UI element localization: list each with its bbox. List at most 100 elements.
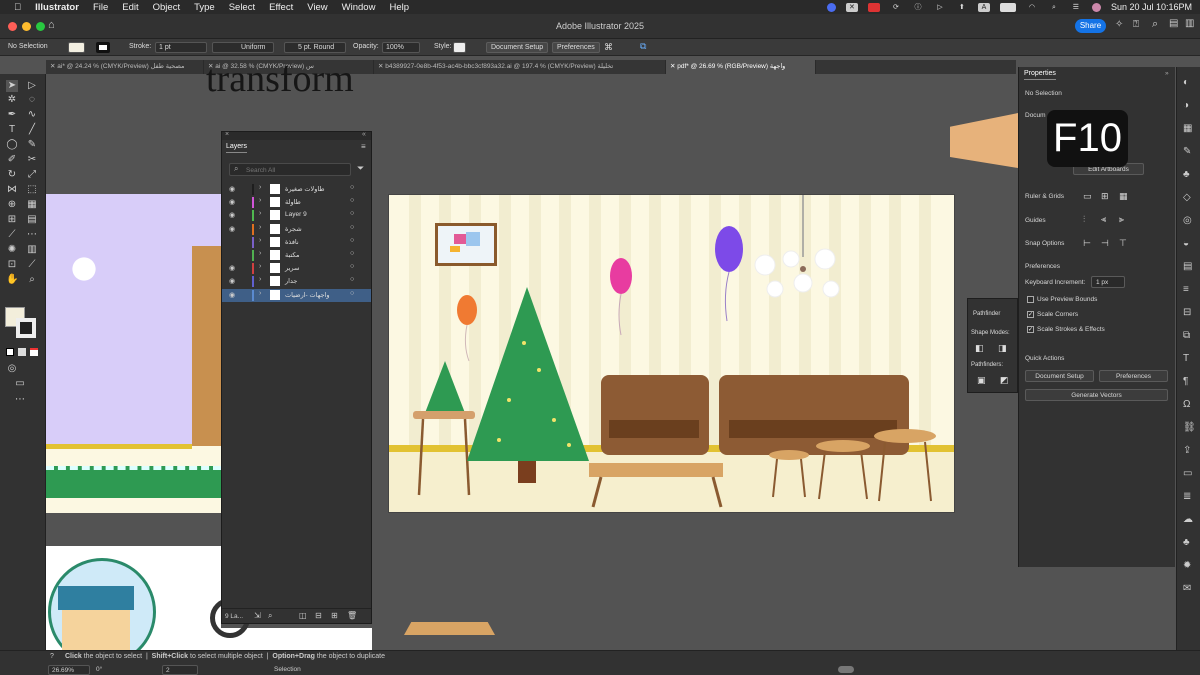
layer-name[interactable]: شجرة	[285, 225, 302, 233]
layer-row[interactable]: › مكتبة ○	[222, 249, 371, 262]
line-tool-icon[interactable]: ╱	[26, 124, 38, 136]
comments-icon[interactable]: ✉	[1183, 583, 1191, 594]
layers-search-box[interactable]: ⌕	[229, 163, 351, 176]
zoom-field[interactable]: 26.69%	[48, 665, 90, 675]
brush-select[interactable]: 5 pt. Round	[284, 42, 346, 53]
tab-document-4-active[interactable]: ✕ pdf* @ 26.69 % (RGB/Preview) واجهة	[666, 60, 816, 74]
expand-chevron-icon[interactable]: ›	[259, 263, 261, 270]
visibility-eye-icon[interactable]: ◉	[229, 277, 235, 285]
menu-help[interactable]: Help	[389, 2, 409, 13]
record-icon[interactable]	[867, 2, 880, 12]
glyphs-icon[interactable]: Ω	[1183, 399, 1190, 410]
ruler-icon[interactable]: ▭	[1083, 191, 1092, 202]
shaper-tool-icon[interactable]: ✐	[6, 154, 18, 166]
new-layer-icon[interactable]: ⊞	[331, 611, 338, 620]
default-colors-icon[interactable]	[6, 348, 14, 356]
preferences-button[interactable]: Preferences	[552, 42, 600, 53]
layer-row[interactable]: ◉ › طاولة ○	[222, 196, 371, 209]
expand-chevron-icon[interactable]: ›	[259, 210, 261, 217]
play-icon[interactable]: ▷	[934, 3, 946, 12]
target-circle-icon[interactable]: ○	[350, 276, 354, 283]
menu-object[interactable]: Object	[153, 2, 180, 13]
expand-chevron-icon[interactable]: ›	[259, 290, 261, 297]
scale-corners-checkbox[interactable]: ✓ Scale Corners	[1027, 311, 1078, 318]
search-icon[interactable]: ⌕	[1152, 18, 1158, 31]
gradient-panel-icon[interactable]: ▤	[1183, 261, 1192, 272]
close-box-icon[interactable]: ✕	[845, 2, 858, 12]
layer-row[interactable]: ◉ › Layer 9 ○	[222, 209, 371, 222]
menu-file[interactable]: File	[93, 2, 108, 13]
checkbox-checked-icon[interactable]: ✓	[1027, 326, 1034, 333]
more-tools-icon[interactable]: ⋯	[14, 394, 26, 406]
properties-tab[interactable]: Properties	[1024, 70, 1056, 80]
trim-icon[interactable]: ◩	[1000, 375, 1009, 386]
target-circle-icon[interactable]: ○	[350, 250, 354, 257]
snap-to-point-icon[interactable]: ⊢	[1083, 238, 1091, 249]
collapse-panel-icon[interactable]: «	[362, 131, 366, 138]
expand-chevron-icon[interactable]: ›	[259, 197, 261, 204]
links-icon[interactable]: ⛓	[1183, 422, 1196, 433]
visibility-eye-icon[interactable]: ◉	[229, 211, 235, 219]
tab-document-1[interactable]: ✕ ai* @ 24.24 % (CMYK/Preview) مصحية طفل	[46, 60, 204, 74]
symbol-sprayer-tool-icon[interactable]: ✺	[6, 244, 18, 256]
free-transform-tool-icon[interactable]: ⬚	[26, 184, 38, 196]
menu-type[interactable]: Type	[194, 2, 215, 13]
divide-icon[interactable]: ▣	[977, 375, 986, 386]
paintbrush-tool-icon[interactable]: ✎	[26, 139, 38, 151]
target-circle-icon[interactable]: ○	[350, 184, 354, 191]
close-panel-icon[interactable]: ×	[225, 131, 229, 138]
new-sublayer-icon[interactable]: ⊟	[315, 611, 322, 620]
show-guides-icon[interactable]: ⫶	[1083, 214, 1085, 225]
wifi-icon[interactable]: ◠	[1026, 3, 1038, 12]
snap-to-grid-icon[interactable]: ⊣	[1101, 238, 1109, 249]
collapse-panel-icon[interactable]: »	[1165, 70, 1169, 77]
asset-export-icon[interactable]: ⇪	[1183, 445, 1191, 456]
layer-name[interactable]: سرير	[285, 264, 299, 272]
arrange-documents-icon[interactable]: ⌘	[604, 42, 613, 53]
layer-name[interactable]: واجهات -ارضيات	[285, 291, 330, 299]
transparency-icon[interactable]: ◒	[1183, 238, 1189, 249]
layer-row[interactable]: ◉ › واجهات -ارضيات ○	[222, 288, 371, 302]
status-app-icon[interactable]	[826, 2, 836, 12]
shape-builder-tool-icon[interactable]: ⊕	[6, 199, 18, 211]
learn-icon[interactable]: ✧	[1115, 19, 1123, 30]
artboard-tool-icon[interactable]: ⊡	[6, 259, 18, 271]
use-preview-bounds-checkbox[interactable]: Use Preview Bounds	[1027, 296, 1097, 303]
color-panel-icon[interactable]: ◐	[1183, 77, 1189, 88]
layer-name[interactable]: جدار	[285, 277, 297, 285]
target-circle-icon[interactable]: ○	[350, 263, 354, 270]
control-center-icon[interactable]: ☰	[1070, 3, 1082, 12]
ellipse-tool-icon[interactable]: ◯	[6, 139, 18, 151]
left-artboard-room[interactable]	[46, 194, 221, 513]
main-artboard-living-room[interactable]	[388, 194, 955, 513]
visibility-eye-icon[interactable]: ◉	[229, 198, 235, 206]
none-swatch-icon[interactable]	[30, 348, 38, 356]
perspective-grid-tool-icon[interactable]: ▦	[26, 199, 38, 211]
pathfinder-tab[interactable]: Pathfinder	[973, 311, 1000, 317]
gradient-swatch-icon[interactable]	[18, 348, 26, 356]
align-panel-icon[interactable]: ⊟	[1183, 307, 1191, 318]
preferences-button[interactable]: Preferences	[1099, 370, 1168, 382]
workspace-icon[interactable]: ▥	[1185, 18, 1194, 29]
graphic-styles-icon[interactable]: ◇	[1183, 192, 1191, 203]
target-circle-icon[interactable]: ○	[350, 237, 354, 244]
layer-row[interactable]: ◉ › شجرة ○	[222, 223, 371, 236]
opacity-field[interactable]: 100%	[382, 42, 420, 53]
search-icon[interactable]: ⌕	[1048, 3, 1060, 12]
transparency-grid-icon[interactable]: ▦	[1119, 191, 1128, 202]
stroke-swatch[interactable]	[96, 42, 110, 53]
panel-menu-icon[interactable]: ≡	[361, 142, 366, 151]
brushes-icon[interactable]: ✎	[1183, 146, 1191, 157]
target-circle-icon[interactable]: ○	[350, 224, 354, 231]
target-circle-icon[interactable]: ○	[350, 197, 354, 204]
layer-name[interactable]: طاولة	[285, 198, 301, 206]
rotation-field[interactable]: 0°	[96, 666, 102, 673]
menu-edit[interactable]: Edit	[122, 2, 138, 13]
input-source-icon[interactable]: A	[977, 2, 990, 12]
visibility-eye-icon[interactable]: ◉	[229, 264, 235, 272]
visibility-eye-icon[interactable]: ◉	[229, 185, 235, 193]
battery-icon[interactable]	[999, 2, 1016, 12]
unite-icon[interactable]: ◧	[975, 343, 984, 354]
club-icon[interactable]: ♣	[1183, 537, 1190, 548]
document-setup-button[interactable]: Document Setup	[486, 42, 549, 53]
